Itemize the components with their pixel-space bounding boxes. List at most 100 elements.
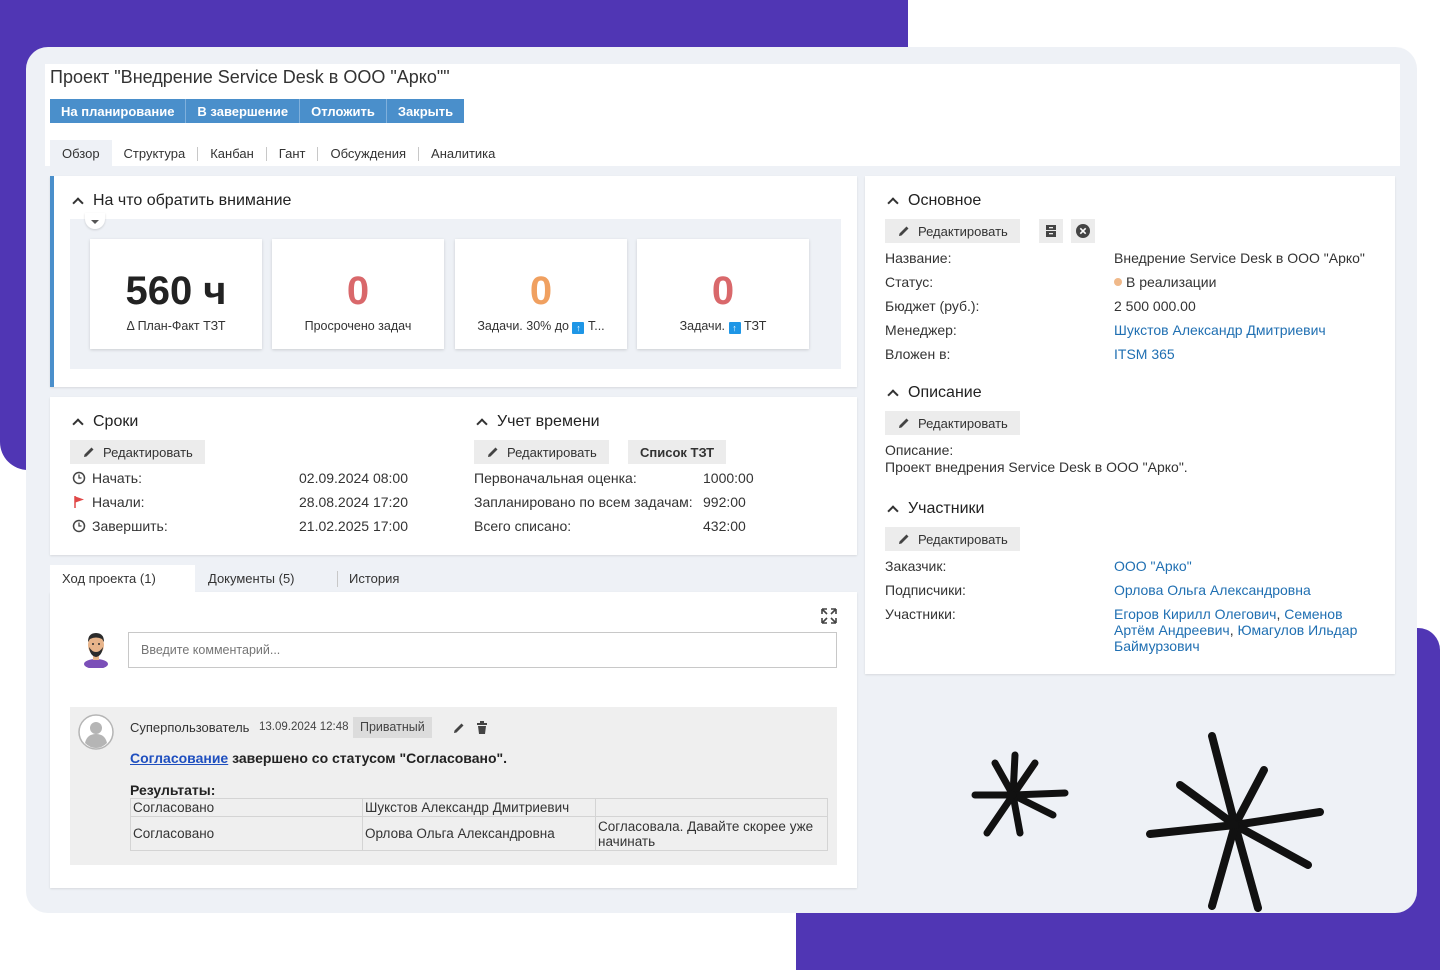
- clock-icon: [72, 471, 86, 485]
- deadline-finish-label: Завершить:: [72, 518, 168, 534]
- kpi-tasks-tzt[interactable]: 0 Задачи. ↑ ТЗТ: [637, 239, 809, 349]
- chevron-up-icon: [477, 417, 487, 427]
- time-planned-value: 992:00: [703, 494, 746, 510]
- sparkle-icon: [971, 751, 1069, 837]
- tab-overview[interactable]: Обзор: [50, 140, 112, 167]
- kpi-overdue[interactable]: 0 Просрочено задач: [272, 239, 444, 349]
- project-actions: На планирование В завершение Отложить За…: [50, 99, 465, 123]
- results-label: Результаты:: [130, 782, 216, 798]
- edit-main-button[interactable]: Редактировать: [885, 219, 1020, 243]
- participants-list: Егоров Кирилл Олегович, Семенов Артём Ан…: [1114, 606, 1358, 654]
- delete-button[interactable]: [1071, 219, 1095, 243]
- tab-gantt[interactable]: Гант: [265, 146, 318, 161]
- comment-author[interactable]: Суперпользователь: [130, 720, 249, 735]
- attention-header[interactable]: На что обратить внимание: [73, 192, 291, 210]
- table-row: Согласовано Шукстов Александр Дмитриевич: [130, 798, 828, 817]
- tab-structure[interactable]: Структура: [112, 146, 198, 161]
- members-header[interactable]: Участники: [888, 500, 984, 518]
- deadline-started-label: Начали:: [72, 494, 145, 510]
- kpi-value: 0: [346, 269, 370, 313]
- name-value: Внедрение Service Desk в ООО "Арко": [1114, 250, 1365, 266]
- pin-toggle[interactable]: [85, 213, 105, 229]
- clock-icon: [72, 519, 86, 533]
- chevron-down-icon: [91, 220, 99, 224]
- tab-discussions[interactable]: Обсуждения: [317, 146, 418, 161]
- archive-button[interactable]: [1039, 219, 1063, 243]
- edit-deadlines-button[interactable]: Редактировать: [70, 440, 205, 464]
- status-label: Статус:: [885, 274, 934, 290]
- parent-link[interactable]: ITSM 365: [1114, 346, 1175, 362]
- time-spent-label: Всего списано:: [474, 518, 572, 534]
- pencil-icon: [84, 447, 94, 457]
- time-estimate-label: Первоначальная оценка:: [474, 470, 637, 486]
- edit-description-button[interactable]: Редактировать: [885, 411, 1020, 435]
- to-completion-button[interactable]: В завершение: [186, 99, 301, 123]
- description-header[interactable]: Описание: [888, 384, 982, 402]
- time-header[interactable]: Учет времени: [477, 413, 600, 431]
- deadline-started-value: 28.08.2024 17:20: [299, 494, 408, 510]
- description-text: Проект внедрения Service Desk в ООО "Арк…: [885, 459, 1188, 475]
- pencil-icon: [899, 226, 909, 236]
- comment-input[interactable]: [128, 632, 837, 668]
- tab-history[interactable]: История: [349, 566, 399, 592]
- chevron-up-icon: [73, 196, 83, 206]
- customer-link[interactable]: ООО "Арко": [1114, 558, 1192, 574]
- manager-label: Менеджер:: [885, 322, 957, 338]
- time-planned-label: Запланировано по всем задачам:: [474, 494, 693, 510]
- arrow-up-icon: ↑: [728, 322, 741, 334]
- to-planning-button[interactable]: На планирование: [50, 99, 187, 123]
- chevron-up-icon: [888, 196, 898, 206]
- pencil-icon: [488, 447, 498, 457]
- kpi-label: Δ План-Факт ТЗТ: [126, 319, 226, 333]
- time-title: Учет времени: [497, 413, 600, 430]
- attention-title: На что обратить внимание: [93, 192, 292, 209]
- trash-icon[interactable]: [476, 721, 488, 735]
- postpone-button[interactable]: Отложить: [300, 99, 387, 123]
- tab-kanban[interactable]: Канбан: [197, 146, 266, 161]
- customer-label: Заказчик:: [885, 558, 947, 574]
- results-table: Согласовано Шукстов Александр Дмитриевич…: [130, 798, 828, 851]
- approval-link[interactable]: Согласование: [130, 750, 228, 766]
- description-title: Описание: [908, 384, 982, 401]
- parent-label: Вложен в:: [885, 346, 951, 362]
- main-info-title: Основное: [908, 192, 982, 209]
- comment-date: 13.09.2024 12:48: [259, 721, 349, 733]
- edit-time-button[interactable]: Редактировать: [474, 440, 609, 464]
- table-cell: Согласовано: [130, 816, 363, 851]
- edit-members-button[interactable]: Редактировать: [885, 527, 1020, 551]
- kpi-value: 560 ч: [125, 269, 227, 313]
- tab-project-progress[interactable]: Ход проекта (1): [62, 566, 156, 592]
- subscribers-label: Подписчики:: [885, 582, 966, 598]
- members-title: Участники: [908, 500, 985, 517]
- user-avatar-icon: [84, 633, 108, 668]
- time-estimate-value: 1000:00: [703, 470, 754, 486]
- manager-link[interactable]: Шукстов Александр Дмитриевич: [1114, 322, 1326, 338]
- tzt-list-button[interactable]: Список ТЗТ: [628, 440, 727, 464]
- table-row: Согласовано Орлова Ольга Александровна С…: [130, 816, 828, 851]
- deadline-start-value: 02.09.2024 08:00: [299, 470, 408, 486]
- kpi-tasks-30[interactable]: 0 Задачи. 30% до ↑ Т...: [455, 239, 627, 349]
- kpi-plan-fact[interactable]: 560 ч Δ План-Факт ТЗТ: [90, 239, 262, 349]
- pencil-icon[interactable]: [452, 721, 466, 735]
- tab-divider: [337, 571, 338, 587]
- kpi-value: 0: [529, 269, 553, 313]
- kpi-label: Задачи. ↑ ТЗТ: [679, 319, 767, 334]
- tab-documents[interactable]: Документы (5): [208, 566, 295, 592]
- arrow-up-icon: ↑: [572, 322, 585, 334]
- subscriber-link[interactable]: Орлова Ольга Александровна: [1114, 582, 1311, 598]
- participant-link[interactable]: Егоров Кирилл Олегович: [1114, 606, 1276, 622]
- description-label: Описание:: [885, 442, 954, 458]
- pencil-icon: [899, 534, 909, 544]
- expand-icon[interactable]: [821, 608, 837, 624]
- table-cell: Орлова Ольга Александровна: [362, 816, 596, 851]
- close-button[interactable]: Закрыть: [386, 99, 465, 123]
- chevron-up-icon: [73, 417, 83, 427]
- tab-analytics[interactable]: Аналитика: [418, 146, 507, 161]
- time-spent-value: 432:00: [703, 518, 746, 534]
- close-circle-icon: [1076, 224, 1090, 238]
- chevron-up-icon: [888, 504, 898, 514]
- kpi-label: Просрочено задач: [304, 319, 412, 333]
- deadlines-header[interactable]: Сроки: [73, 413, 138, 431]
- main-info-header[interactable]: Основное: [888, 192, 981, 210]
- chevron-up-icon: [888, 388, 898, 398]
